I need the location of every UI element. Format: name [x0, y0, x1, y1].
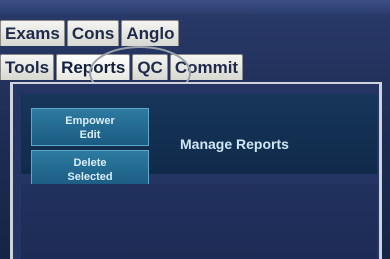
reports-panel: Empower Edit Delete Selected	[10, 82, 382, 259]
tab-exams[interactable]: Exams	[0, 20, 65, 46]
tab-commit[interactable]: Commit	[169, 54, 244, 80]
panel-band: Empower Edit Delete Selected	[21, 94, 377, 188]
delete-selected-button[interactable]: Delete Selected	[31, 150, 149, 188]
tab-reports[interactable]: Reports	[56, 54, 131, 80]
tab-tools[interactable]: Tools	[0, 54, 55, 80]
empower-edit-button[interactable]: Empower Edit	[31, 108, 149, 146]
tab-anglo[interactable]: Anglo	[121, 20, 180, 46]
manage-reports-button[interactable]: Manage Reports	[180, 136, 370, 152]
tab-qc[interactable]: QC	[132, 54, 168, 80]
tab-row-bottom: Tools Reports QC Commit	[0, 54, 245, 80]
top-edge	[0, 0, 390, 14]
tab-cons[interactable]: Cons	[66, 20, 120, 46]
screen: Exams Cons Anglo Tools Reports QC Commit…	[0, 0, 390, 259]
panel-lower-area	[21, 184, 377, 259]
tab-row-top: Exams Cons Anglo	[0, 20, 181, 46]
